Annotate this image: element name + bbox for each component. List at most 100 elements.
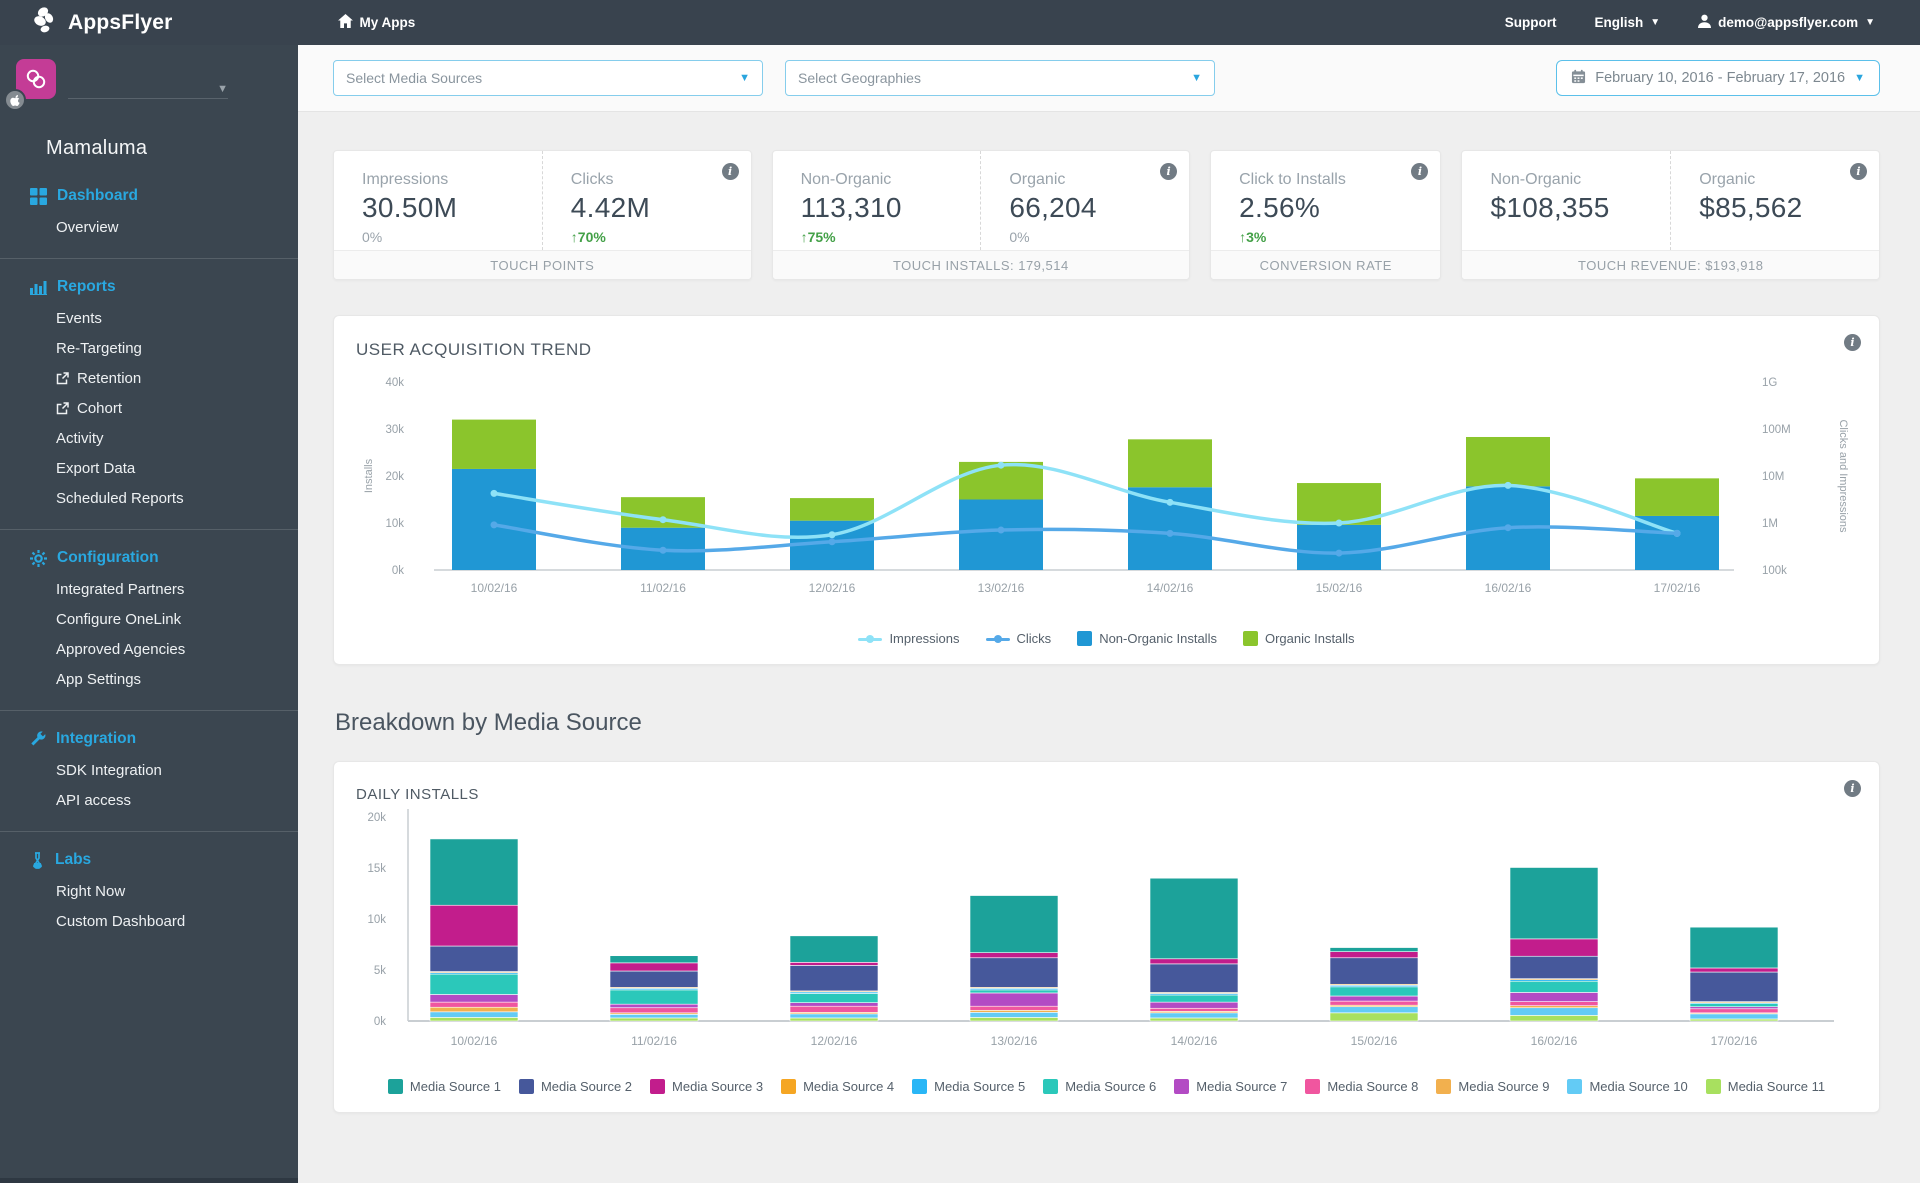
- sidebar-group-reports: ReportsEventsRe-TargetingRetentionCohort…: [0, 258, 298, 523]
- language-menu[interactable]: English ▼: [1594, 15, 1660, 30]
- legend-swatch: [519, 1079, 534, 1094]
- app-selector[interactable]: ▼: [0, 45, 298, 115]
- sidebar-group-dashboard: DashboardOverview: [0, 174, 298, 252]
- sidebar-item-approved-agencies[interactable]: Approved Agencies: [0, 634, 298, 664]
- svg-text:40k: 40k: [385, 377, 404, 389]
- sidebar-item-overview[interactable]: Overview: [0, 212, 298, 242]
- sidebar-item-sdk-integration[interactable]: SDK Integration: [0, 755, 298, 785]
- sidebar-item-scheduled-reports[interactable]: Scheduled Reports: [0, 483, 298, 513]
- svg-text:0k: 0k: [392, 565, 404, 577]
- legend-item: Media Source 11: [1706, 1079, 1825, 1094]
- kpi-footer: TOUCH POINTS: [334, 250, 751, 279]
- metric-delta: ↑75%: [801, 229, 981, 245]
- geographies-select[interactable]: Select Geographies ▼: [785, 60, 1215, 96]
- kpi-card-conversion-rate: i Click to Installs 2.56% ↑3% CONVERSION…: [1210, 150, 1441, 280]
- brand-name: AppsFlyer: [68, 11, 173, 35]
- svg-text:14/02/16: 14/02/16: [1171, 1034, 1218, 1048]
- sidebar-section-reports[interactable]: Reports: [0, 271, 298, 303]
- svg-text:17/02/16: 17/02/16: [1711, 1034, 1758, 1048]
- appsflyer-logo[interactable]: AppsFlyer: [32, 5, 173, 40]
- sidebar-section-dashboard[interactable]: Dashboard: [0, 180, 298, 212]
- legend-item: Media Source 10: [1567, 1079, 1687, 1094]
- legend-swatch: [1706, 1079, 1721, 1094]
- svg-text:10/02/16: 10/02/16: [471, 581, 518, 595]
- metric-value: 30.50M: [362, 192, 542, 224]
- metric-delta: ↑3%: [1239, 229, 1440, 245]
- svg-text:16/02/16: 16/02/16: [1531, 1034, 1578, 1048]
- svg-text:0k: 0k: [374, 1016, 386, 1028]
- legend-item: Media Source 8: [1305, 1079, 1418, 1094]
- line-marker: [858, 635, 882, 643]
- svg-text:Installs: Installs: [363, 458, 375, 493]
- legend-item: Media Source 4: [781, 1079, 894, 1094]
- sidebar-footer-strip: [0, 1178, 298, 1183]
- sidebar-item-api-access[interactable]: API access: [0, 785, 298, 815]
- chevron-down-icon: ▼: [1191, 72, 1202, 84]
- legend-item: Non-Organic Installs: [1077, 631, 1217, 646]
- sidebar-section-labs[interactable]: Labs: [0, 844, 298, 876]
- home-icon: [338, 14, 353, 31]
- date-range-text: February 10, 2016 - February 17, 2016: [1595, 70, 1845, 86]
- chevron-down-icon: ▼: [1854, 72, 1865, 84]
- sidebar-item-retention[interactable]: Retention: [0, 363, 298, 393]
- sidebar-item-app-settings[interactable]: App Settings: [0, 664, 298, 694]
- sidebar-item-integrated-partners[interactable]: Integrated Partners: [0, 574, 298, 604]
- sidebar-section-integration[interactable]: Integration: [0, 723, 298, 755]
- chart-title: USER ACQUISITION TREND: [334, 316, 1879, 360]
- info-icon[interactable]: i: [1160, 163, 1177, 180]
- metric-value: 113,310: [801, 192, 981, 224]
- date-range-picker[interactable]: February 10, 2016 - February 17, 2016 ▼: [1556, 60, 1880, 96]
- sidebar-item-configure-onelink[interactable]: Configure OneLink: [0, 604, 298, 634]
- metric-label: Click to Installs: [1239, 171, 1440, 189]
- chevron-down-icon: ▼: [739, 72, 750, 84]
- legend-swatch: [1174, 1079, 1189, 1094]
- svg-text:30k: 30k: [385, 424, 404, 436]
- my-apps-link[interactable]: My Apps: [338, 14, 416, 31]
- user-acquisition-trend-chart[interactable]: 0k10k20k30k40k100k1M10M100M1GInstallsCli…: [334, 360, 1879, 620]
- appsflyer-leaf-icon: [32, 5, 62, 40]
- gear-icon: [30, 550, 47, 567]
- svg-text:20k: 20k: [367, 812, 386, 824]
- svg-text:15k: 15k: [367, 863, 386, 875]
- sidebar-item-activity[interactable]: Activity: [0, 423, 298, 453]
- sidebar: ▼ Mamaluma DashboardOverviewReportsEvent…: [0, 45, 298, 1183]
- support-link[interactable]: Support: [1505, 15, 1557, 30]
- sidebar-item-re-targeting[interactable]: Re-Targeting: [0, 333, 298, 363]
- svg-text:100M: 100M: [1762, 424, 1791, 436]
- metric-delta: 0%: [1009, 229, 1189, 245]
- info-icon[interactable]: i: [1850, 163, 1867, 180]
- sidebar-group-integration: IntegrationSDK IntegrationAPI access: [0, 710, 298, 825]
- flask-icon: [30, 852, 45, 869]
- grid-icon: [30, 188, 47, 205]
- metric-value: 2.56%: [1239, 192, 1440, 224]
- sidebar-section-configuration[interactable]: Configuration: [0, 542, 298, 574]
- svg-text:13/02/16: 13/02/16: [991, 1034, 1038, 1048]
- daily-installs-chart[interactable]: 0k5k10k15k20k10/02/1611/02/1612/02/1613/…: [334, 803, 1879, 1068]
- chevron-down-icon[interactable]: ▼: [217, 83, 228, 95]
- sidebar-item-events[interactable]: Events: [0, 303, 298, 333]
- chevron-down-icon: ▼: [1865, 17, 1875, 28]
- user-icon: [1698, 14, 1711, 31]
- info-icon[interactable]: i: [1844, 334, 1861, 351]
- info-icon[interactable]: i: [1844, 780, 1861, 797]
- sidebar-item-right-now[interactable]: Right Now: [0, 876, 298, 906]
- sidebar-item-export-data[interactable]: Export Data: [0, 453, 298, 483]
- svg-text:11/02/16: 11/02/16: [631, 1034, 677, 1048]
- svg-text:13/02/16: 13/02/16: [978, 581, 1025, 595]
- calendar-icon: [1571, 69, 1586, 88]
- legend-swatch: [781, 1079, 796, 1094]
- user-menu[interactable]: demo@appsflyer.com ▼: [1698, 14, 1875, 31]
- sidebar-item-cohort[interactable]: Cohort: [0, 393, 298, 423]
- metric-value: 66,204: [1009, 192, 1189, 224]
- svg-text:20k: 20k: [385, 471, 404, 483]
- kpi-row: i Impressions 30.50M 0% Clicks 4.42M ↑70…: [333, 150, 1880, 280]
- legend-swatch: [1077, 631, 1092, 646]
- sidebar-item-custom-dashboard[interactable]: Custom Dashboard: [0, 906, 298, 936]
- svg-text:16/02/16: 16/02/16: [1485, 581, 1532, 595]
- media-sources-select[interactable]: Select Media Sources ▼: [333, 60, 763, 96]
- info-icon[interactable]: i: [722, 163, 739, 180]
- app-name: Mamaluma: [46, 137, 298, 160]
- svg-text:5k: 5k: [374, 965, 386, 977]
- line-marker: [986, 635, 1010, 643]
- svg-text:12/02/16: 12/02/16: [809, 581, 856, 595]
